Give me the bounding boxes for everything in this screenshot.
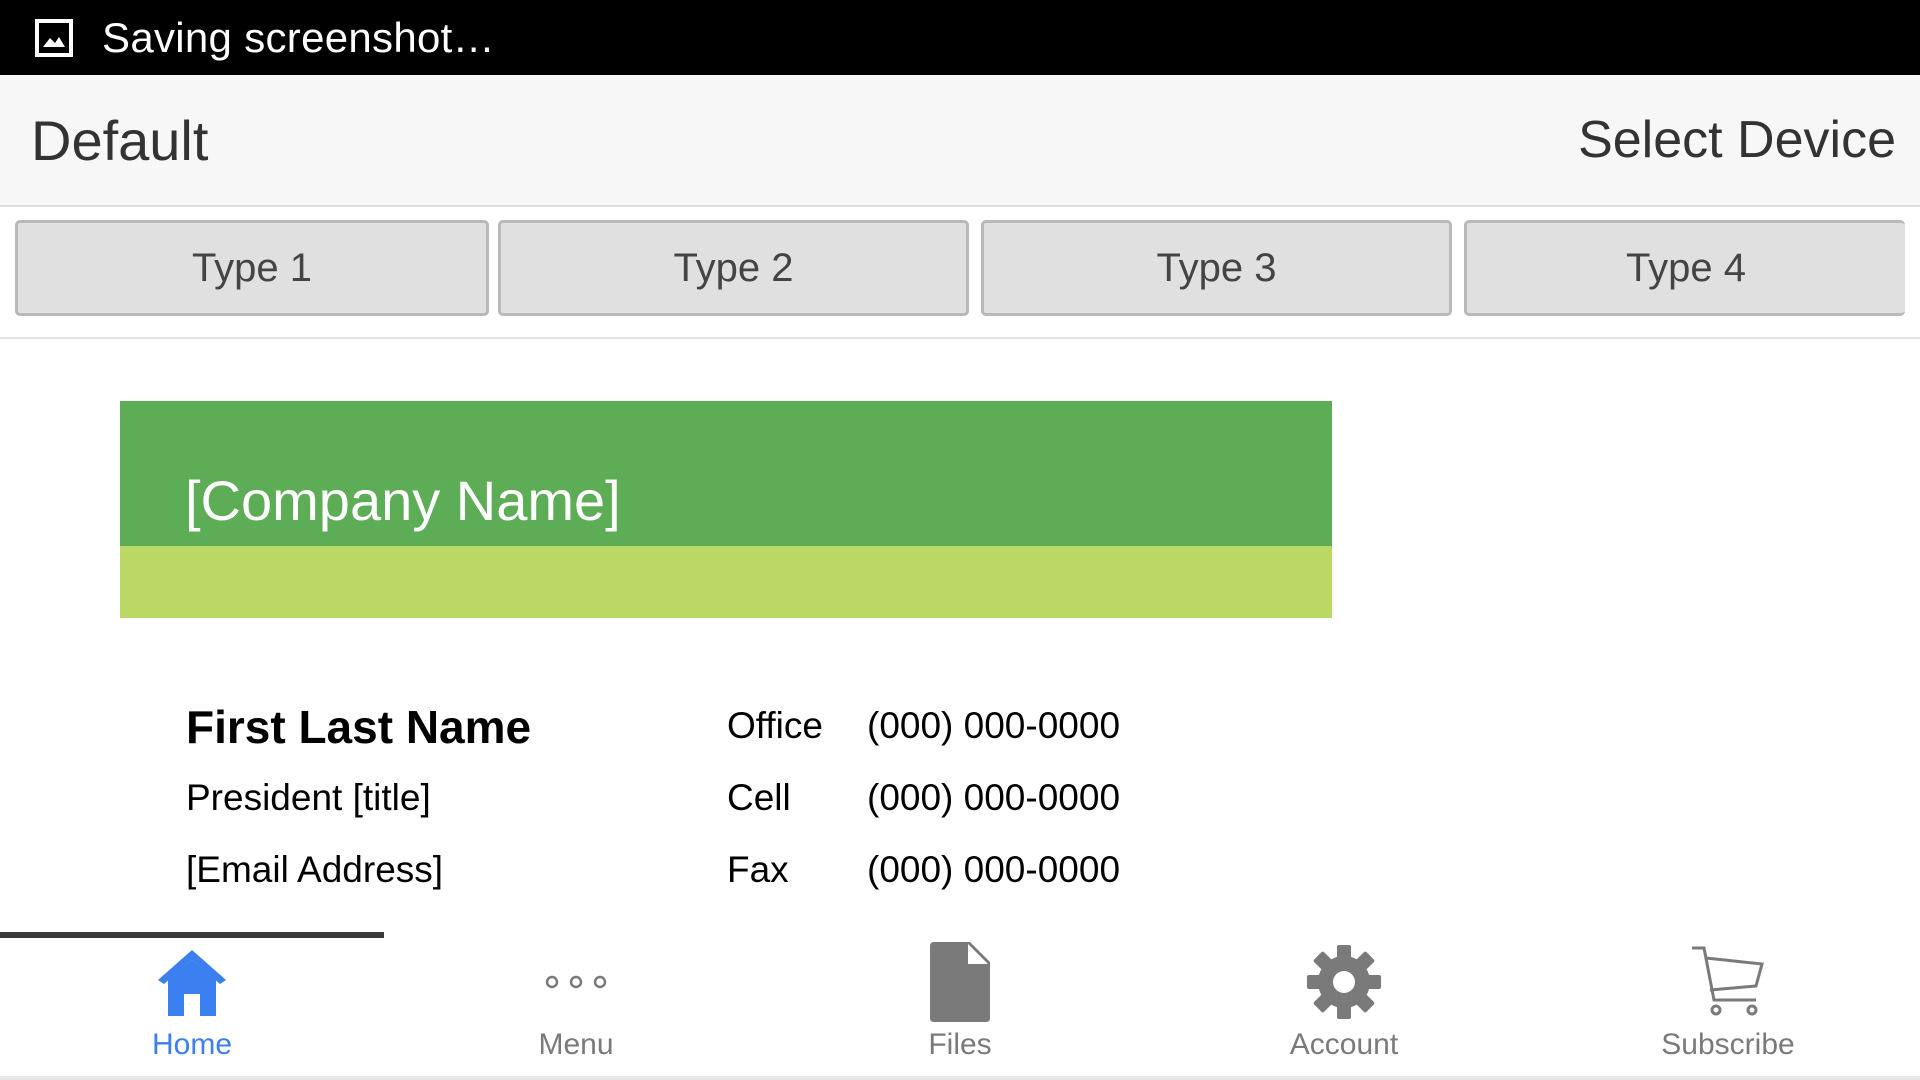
cell-label: Cell [727, 777, 791, 818]
home-icon [152, 942, 232, 1022]
bottom-nav: Home Menu Files Account Subscribe [0, 932, 1920, 1080]
contact-title: President [title] [186, 777, 431, 818]
nav-subscribe[interactable]: Subscribe [1536, 942, 1920, 1072]
cart-icon [1688, 942, 1768, 1022]
app-bar: Default Select Device [0, 75, 1920, 207]
fax-phone: (000) 000-0000 [867, 849, 1121, 890]
select-device-button[interactable]: Select Device [1578, 110, 1896, 170]
nav-files-label: Files [928, 1028, 992, 1061]
active-tab-indicator [0, 932, 384, 938]
nav-home-label: Home [151, 1028, 233, 1061]
type-4-button[interactable]: Type 4 [1464, 220, 1905, 316]
office-phone: (000) 000-0000 [867, 705, 1121, 746]
nav-account[interactable]: Account [1152, 942, 1536, 1072]
type-2-button[interactable]: Type 2 [498, 220, 969, 316]
file-icon [920, 942, 1000, 1022]
status-text: Saving screenshot… [102, 13, 495, 61]
nav-menu[interactable]: Menu [384, 942, 768, 1072]
image-icon [34, 18, 74, 58]
contact-email: [Email Address] [186, 849, 444, 890]
nav-files[interactable]: Files [768, 942, 1152, 1072]
company-name: [Company Name] [185, 469, 621, 532]
fax-label: Fax [727, 849, 789, 890]
type-selector: Type 1 Type 2 Type 3 Type 4 [0, 207, 1920, 339]
type-1-button[interactable]: Type 1 [15, 220, 489, 316]
more-dots-icon [536, 942, 616, 1022]
type-3-button[interactable]: Type 3 [981, 220, 1452, 316]
nav-home[interactable]: Home [0, 942, 384, 1072]
card-accent-band [120, 546, 1332, 618]
contact-name: First Last Name [186, 701, 532, 753]
nav-menu-label: Menu [538, 1028, 614, 1061]
page-title: Default [31, 108, 209, 172]
nav-subscribe-label: Subscribe [1661, 1028, 1795, 1061]
status-bar: Saving screenshot… [0, 0, 1920, 75]
office-label: Office [727, 705, 823, 746]
nav-account-label: Account [1289, 1028, 1399, 1061]
nav-divider [0, 1076, 1920, 1080]
gear-icon [1304, 942, 1384, 1022]
cell-phone: (000) 000-0000 [867, 777, 1121, 818]
card-header-band: [Company Name] [120, 401, 1332, 546]
